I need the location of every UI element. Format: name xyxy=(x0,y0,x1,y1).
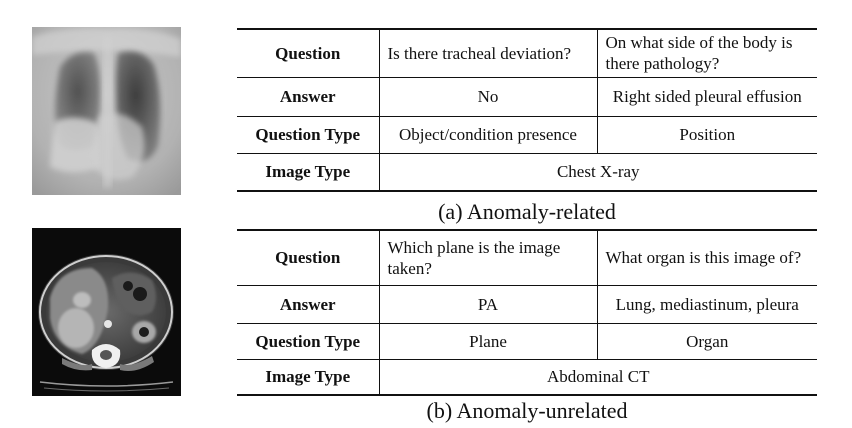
answer-cell: Right sided pleural effusion xyxy=(597,76,817,116)
question-cell: What organ is this image of? xyxy=(597,229,817,285)
answer-row: Answer No Right sided pleural effusion xyxy=(237,76,817,116)
question-type-cell: Plane xyxy=(379,322,598,359)
image-type-row: Image Type Chest X-ray xyxy=(237,152,817,192)
image-type-row: Image Type Abdominal CT xyxy=(237,358,817,396)
question-type-row: Question Type Object/condition presence … xyxy=(237,115,817,153)
answer-row: Answer PA Lung, mediastinum, pleura xyxy=(237,284,817,323)
question-type-cell: Organ xyxy=(597,322,817,359)
question-type-cell: Position xyxy=(597,115,817,153)
question-label: Question xyxy=(237,229,380,285)
caption-anomaly-related: (a) Anomaly-related xyxy=(438,199,616,224)
abdominal-ct-image xyxy=(32,228,181,396)
answer-label: Answer xyxy=(237,284,380,323)
answer-cell: No xyxy=(379,76,598,116)
anomaly-unrelated-table: Question Which plane is the image taken?… xyxy=(237,229,817,396)
question-label: Question xyxy=(237,28,380,77)
question-type-label: Question Type xyxy=(237,322,380,359)
answer-cell: PA xyxy=(379,284,598,323)
question-type-cell: Object/condition presence xyxy=(379,115,598,153)
question-row: Question Is there tracheal deviation? On… xyxy=(237,28,817,77)
image-type-value: Chest X-ray xyxy=(379,152,817,192)
image-type-value: Abdominal CT xyxy=(379,358,817,396)
question-row: Question Which plane is the image taken?… xyxy=(237,229,817,285)
answer-label: Answer xyxy=(237,76,380,116)
image-type-label: Image Type xyxy=(237,152,380,192)
question-type-label: Question Type xyxy=(237,115,380,153)
image-type-label: Image Type xyxy=(237,358,380,396)
anomaly-related-table: Question Is there tracheal deviation? On… xyxy=(237,28,817,192)
question-cell: Is there tracheal deviation? xyxy=(379,28,598,77)
question-cell: Which plane is the image taken? xyxy=(379,229,598,285)
question-type-row: Question Type Plane Organ xyxy=(237,322,817,359)
caption-anomaly-unrelated: (b) Anomaly-unrelated xyxy=(426,398,628,423)
question-cell: On what side of the body is there pathol… xyxy=(597,28,817,77)
chest-xray-image xyxy=(32,27,181,195)
answer-cell: Lung, mediastinum, pleura xyxy=(597,284,817,323)
